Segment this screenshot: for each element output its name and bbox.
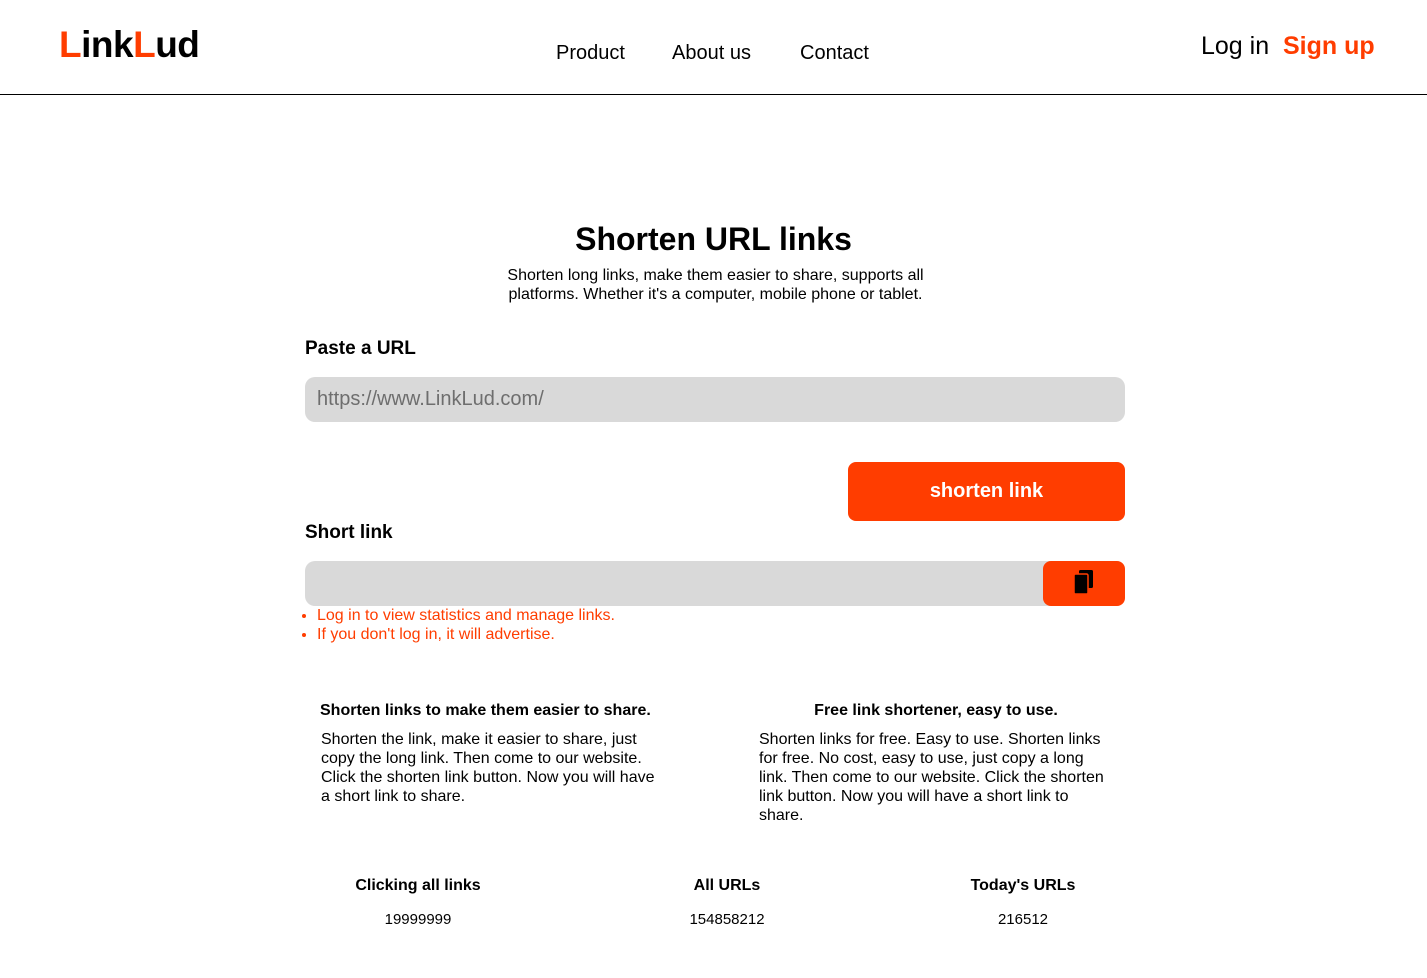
page-title: Shorten URL links (575, 221, 852, 257)
copy-button[interactable] (1043, 561, 1125, 606)
stat-value: 216512 (997, 911, 1049, 928)
short-link-label: Short link (305, 522, 393, 543)
stat-value: 154858212 (689, 911, 765, 928)
logo-letter-l: L (59, 24, 82, 65)
site-header: LinkLud Product About us Contact Log in … (0, 0, 1427, 95)
logo-letter-l2: L (133, 24, 156, 65)
logo[interactable]: LinkLud (59, 22, 200, 68)
feature-body-free: Shorten links for free. Easy to use. Sho… (759, 731, 1104, 824)
login-notes: Log in to view statistics and manage lin… (301, 606, 615, 644)
logo-text-ud: ud (155, 24, 200, 65)
logo-text-ink: ink (81, 24, 134, 65)
short-link-output[interactable] (305, 561, 1125, 606)
feature-title-share: Shorten links to make them easier to sha… (320, 702, 651, 719)
feature-title-free: Free link shortener, easy to use. (814, 702, 1058, 719)
page: LinkLud Product About us Contact Log in … (0, 0, 1427, 978)
paste-url-label: Paste a URL (305, 338, 416, 359)
url-input[interactable] (305, 377, 1125, 422)
note-item: Log in to view statistics and manage lin… (301, 606, 615, 625)
stat-todays-urls: Today's URLs 216512 (913, 876, 1133, 930)
note-item: If you don't log in, it will advertise. (301, 625, 615, 644)
nav-contact[interactable]: Contact (800, 40, 890, 66)
nav-about-us[interactable]: About us (672, 40, 772, 66)
nav-product[interactable]: Product (556, 40, 646, 66)
stat-label: Today's URLs (970, 877, 1076, 894)
stat-all-urls: All URLs 154858212 (617, 876, 837, 930)
signup-link[interactable]: Sign up (1283, 30, 1375, 62)
copy-icon (1073, 569, 1095, 598)
shorten-link-button[interactable]: shorten link (848, 462, 1125, 521)
login-link[interactable]: Log in (1201, 30, 1269, 62)
stat-label: Clicking all links (355, 877, 481, 894)
page-subtitle: Shorten long links, make them easier to … (507, 267, 924, 303)
feature-body-share: Shorten the link, make it easier to shar… (321, 731, 655, 805)
stat-value: 19999999 (384, 911, 452, 928)
stat-label: All URLs (693, 877, 761, 894)
stat-clicking-all-links: Clicking all links 19999999 (308, 876, 528, 930)
